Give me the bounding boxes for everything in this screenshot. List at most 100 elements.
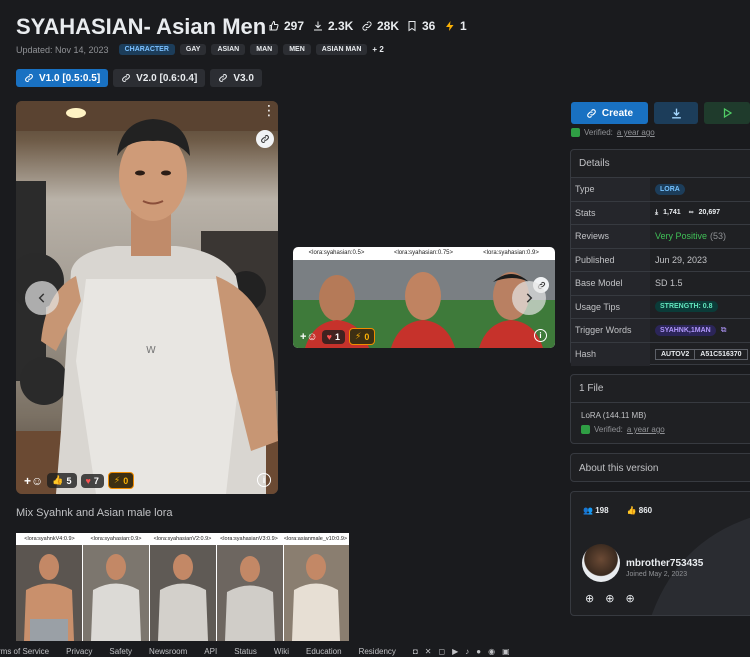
downloads-count: 2.3K: [328, 19, 354, 33]
about-version-panel[interactable]: About this version: [570, 453, 750, 482]
model-description: Mix Syahnk and Asian male lora: [16, 507, 173, 519]
tag[interactable]: ASIAN MAN: [315, 44, 368, 55]
add-reaction-icon[interactable]: +☺: [300, 331, 318, 343]
footer-link[interactable]: Residency: [359, 647, 396, 657]
buzz-reaction[interactable]: ⚡ 0: [107, 472, 135, 489]
generations-stat[interactable]: 28K: [361, 19, 399, 33]
tag[interactable]: ASIAN: [211, 44, 246, 55]
detail-row-stats: Stats ⤓ 1,741 ∞ 20,697: [571, 201, 750, 225]
create-button[interactable]: Create: [571, 102, 648, 124]
tiktok-icon[interactable]: ♪: [465, 647, 476, 656]
lightning-icon: [446, 21, 454, 31]
grid-label: <lora:syahasian:0.75>: [393, 250, 454, 256]
footer-link[interactable]: Safety: [109, 647, 132, 657]
details-header[interactable]: Details: [571, 150, 750, 178]
copy-icon[interactable]: ⧉: [721, 325, 727, 335]
download-icon: [671, 108, 681, 119]
verified-time[interactable]: a year ago: [617, 128, 655, 137]
likes-stat[interactable]: 297: [268, 19, 304, 33]
version-button[interactable]: V3.0: [210, 69, 262, 87]
comparison-strip-image[interactable]: <lora:syahnkV4:0.9> <lora:syahasian:0.9>…: [16, 533, 349, 641]
creator-avatar[interactable]: [582, 544, 620, 582]
globe-icon[interactable]: ⊕: [625, 592, 634, 605]
trigger-word-badge[interactable]: SYAHNK,1MAN: [655, 324, 716, 336]
info-icon[interactable]: i: [257, 473, 271, 487]
details-panel: Details Type LORA Stats ⤓ 1,741 ∞ 20,697 R…: [570, 149, 750, 366]
carousel-next-button[interactable]: [512, 281, 546, 315]
meta-row: Updated: Nov 14, 2023 CHARACTER GAY ASIA…: [16, 44, 384, 55]
more-options-icon[interactable]: ⋮: [539, 247, 551, 259]
buzz-count: 1: [460, 19, 467, 33]
main-preview-image[interactable]: W ⋮ +☺ 👍 5 ♥ 7 ⚡ 0 i: [16, 101, 278, 494]
youtube-icon[interactable]: ▶: [452, 647, 465, 656]
link-icon: [362, 21, 372, 31]
buzz-stat[interactable]: 1: [444, 19, 467, 33]
saves-count: 36: [422, 19, 436, 33]
carousel-prev-button[interactable]: [25, 281, 59, 315]
bookmark-icon: [408, 21, 416, 32]
instagram-icon[interactable]: ◻: [438, 647, 452, 656]
creator-name[interactable]: mbrother753435: [626, 558, 703, 569]
grid-label: <lora:syahasian:0.5>: [308, 250, 365, 256]
lora-strength-grid-image[interactable]: <lora:syahasian:0.5> <lora:syahasian:0.7…: [293, 247, 555, 348]
heart-reaction[interactable]: ♥ 1: [321, 329, 346, 344]
version-selector: V1.0 [0.5:0.5] V2.0 [0.6:0.4] V3.0: [16, 69, 262, 87]
footer-link[interactable]: Education: [306, 647, 342, 657]
x-icon[interactable]: ✕: [425, 647, 439, 656]
more-options-icon[interactable]: ⋮: [262, 103, 276, 117]
followers-stat: 👥 198: [583, 506, 609, 515]
detail-row-hash: Hash AUTOV2 A51C516370: [571, 342, 750, 366]
version-button[interactable]: V1.0 [0.5:0.5]: [16, 69, 109, 87]
creator-stats: 👥 198 👍 860: [583, 506, 652, 515]
verified-status: Verified: a year ago: [571, 128, 655, 137]
link-icon: [261, 135, 269, 143]
remix-link-icon[interactable]: [256, 130, 274, 148]
footer-link[interactable]: rms of Service: [0, 647, 49, 657]
thumbs-reaction[interactable]: 👍 5: [47, 473, 77, 488]
run-button[interactable]: [704, 102, 750, 124]
download-icon: ⤓: [655, 208, 659, 216]
globe-icon[interactable]: ⊕: [605, 592, 614, 605]
tag[interactable]: GAY: [179, 44, 207, 55]
file-name: LoRA (144.11 MB): [581, 411, 647, 420]
buzz-reaction[interactable]: ⚡ 0: [349, 328, 376, 345]
footer-link[interactable]: Wiki: [274, 647, 289, 657]
tag[interactable]: MAN: [250, 44, 279, 55]
files-panel: 1 File LoRA (144.11 MB) Verified: a year…: [570, 374, 750, 444]
download-button[interactable]: [654, 102, 698, 124]
info-icon[interactable]: i: [534, 329, 547, 342]
grid-labels: <lora:syahasian:0.5> <lora:syahasian:0.7…: [293, 247, 555, 260]
heart-reaction[interactable]: ♥ 7: [80, 473, 104, 488]
more-tags[interactable]: + 2: [372, 45, 383, 54]
hash-value[interactable]: A51C516370: [695, 348, 748, 360]
add-reaction-icon[interactable]: +☺: [24, 474, 43, 488]
strip-photos: [16, 545, 349, 641]
tag[interactable]: MEN: [283, 44, 311, 55]
hash-type-select[interactable]: AUTOV2: [655, 348, 696, 360]
discord-icon[interactable]: ◘: [413, 647, 425, 656]
footer-links: rms of Service Privacy Safety Newsroom A…: [0, 647, 750, 657]
link-icon: [219, 74, 228, 82]
page-title: SYAHASIAN- Asian Men: [16, 14, 267, 39]
reddit-icon[interactable]: ●: [476, 647, 488, 656]
saves-stat[interactable]: 36: [406, 19, 435, 33]
downloads-stat[interactable]: 2.3K: [312, 19, 353, 33]
twitch-icon[interactable]: ▣: [502, 647, 517, 656]
version-button[interactable]: V2.0 [0.6:0.4]: [113, 69, 206, 87]
footer-link[interactable]: Newsroom: [149, 647, 187, 657]
link-icon: [587, 108, 596, 118]
file-item[interactable]: LoRA (144.11 MB) Verified: a year ago: [571, 403, 750, 442]
github-icon[interactable]: ◉: [488, 647, 502, 656]
chevron-right-icon: [526, 293, 533, 303]
globe-icon[interactable]: ⊕: [585, 592, 594, 605]
tag[interactable]: CHARACTER: [118, 44, 175, 55]
reviews-rating[interactable]: Very Positive: [655, 231, 707, 241]
files-header[interactable]: 1 File: [571, 375, 750, 403]
strength-badge: STRENGTH: 0.8: [655, 301, 718, 313]
footer-link[interactable]: Status: [234, 647, 257, 657]
footer-link[interactable]: Privacy: [66, 647, 92, 657]
type-badge: LORA: [655, 183, 685, 195]
grid-reactions: +☺ ♥ 1 ⚡ 0: [300, 328, 376, 345]
detail-row-base-model: Base Model SD 1.5: [571, 272, 750, 296]
footer-link[interactable]: API: [204, 647, 217, 657]
